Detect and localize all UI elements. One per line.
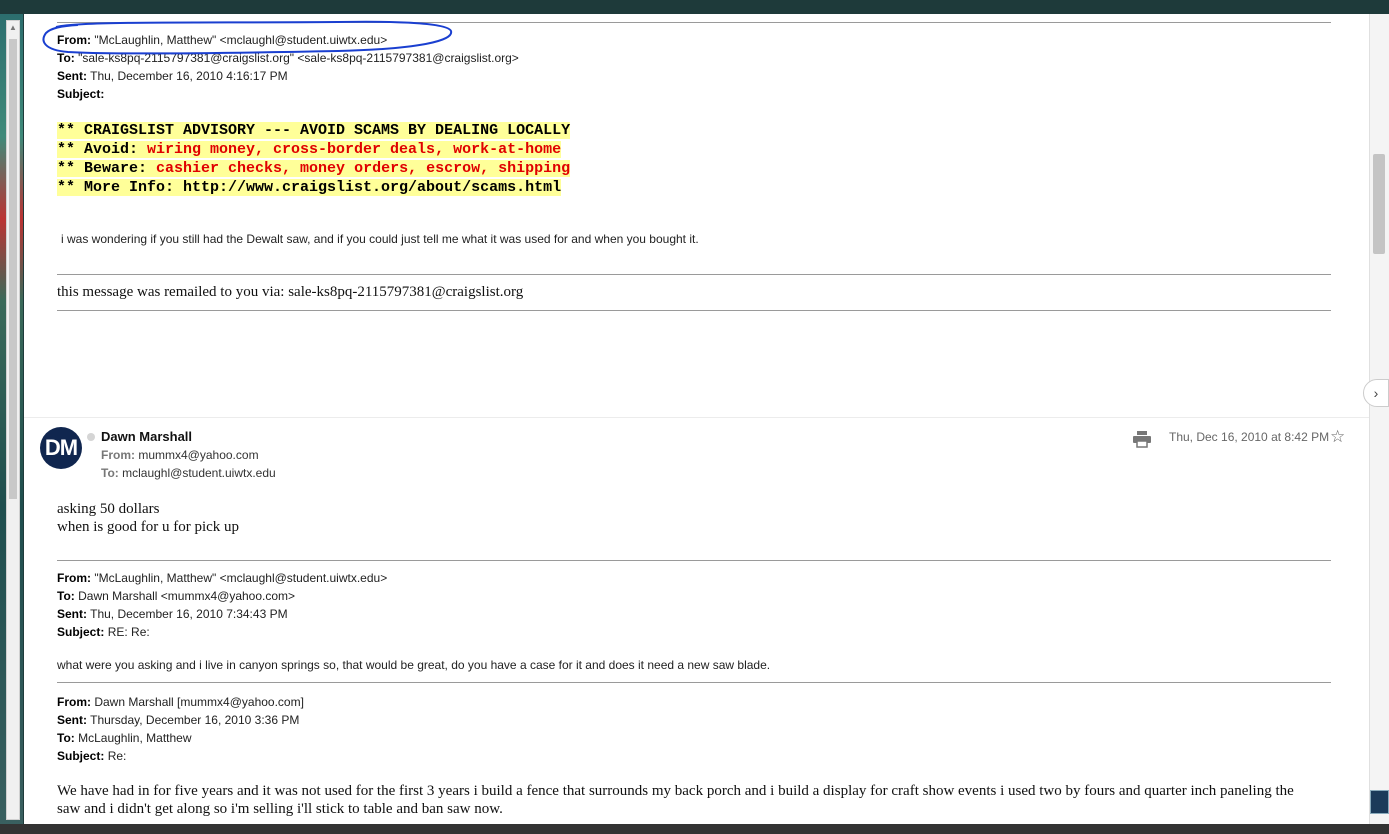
left-scrollbar[interactable]: ▲ [6,20,20,820]
quoted-body: what were you asking and i live in canyo… [57,658,771,672]
quoted-subject: Subject: RE: Re: [57,625,150,639]
quoted-sent: Sent: Thursday, December 16, 2010 3:36 P… [57,713,300,727]
advisory-avoid-label: ** Avoid: [57,141,148,158]
message-date: Thu, Dec 16, 2010 at 8:42 PM [1169,430,1330,444]
taskbar-strip [0,824,1389,834]
message-separator [24,417,1369,418]
print-icon[interactable] [1132,430,1152,448]
tray-app-icon[interactable] [1370,790,1389,814]
divider [57,22,1331,23]
advisory-more-info: ** More Info: http://www.craigslist.org/… [57,179,562,196]
left-scrollbar-thumb[interactable] [9,39,17,499]
chevron-right-icon[interactable]: › [1363,379,1389,407]
advisory-beware-label: ** Beware: [57,160,157,177]
header-sent: Sent: Thu, December 16, 2010 4:16:17 PM [57,69,288,83]
right-scrollbar[interactable] [1369,14,1389,824]
message-body: i was wondering if you still had the Dew… [61,232,699,246]
divider [57,274,1331,275]
quoted-subject: Subject: Re: [57,749,127,763]
quoted-from: From: Dawn Marshall [mummx4@yahoo.com] [57,695,304,709]
craigslist-advisory: ** CRAIGSLIST ADVISORY --- AVOID SCAMS B… [57,121,571,197]
sender-to: To: mclaughl@student.uiwtx.edu [101,466,276,480]
quoted-to: To: Dawn Marshall <mummx4@yahoo.com> [57,589,296,603]
star-icon[interactable]: ☆ [1330,427,1345,447]
scroll-up-icon[interactable]: ▲ [8,23,18,33]
divider [57,310,1331,311]
header-from: From: "McLaughlin, Matthew" <mclaughl@st… [57,33,388,47]
sender-name[interactable]: Dawn Marshall [101,429,192,444]
right-scrollbar-thumb[interactable] [1373,154,1385,254]
header-to: To: "sale-ks8pq-2115797381@craigslist.or… [57,51,519,65]
reply-line: asking 50 dollars [57,501,160,517]
email-thread: From: "McLaughlin, Matthew" <mclaughl@st… [24,14,1369,824]
quoted-body: We have had in for five years and it was… [57,783,1294,817]
quoted-to: To: McLaughlin, Matthew [57,731,192,745]
header-subject: Subject: [57,87,105,101]
remail-note: this message was remailed to you via: sa… [57,284,524,300]
sender-from: From: mummx4@yahoo.com [101,448,259,462]
divider [57,682,1331,683]
reply-line: when is good for u for pick up [57,519,240,535]
advisory-avoid-text: wiring money, cross-border deals, work-a… [147,141,562,158]
avatar: DM [40,427,82,469]
presence-dot [87,433,95,441]
advisory-line-1: ** CRAIGSLIST ADVISORY --- AVOID SCAMS B… [57,122,571,139]
quoted-sent: Sent: Thu, December 16, 2010 7:34:43 PM [57,607,288,621]
window-top-strip [0,0,1389,14]
quoted-from: From: "McLaughlin, Matthew" <mclaughl@st… [57,571,388,585]
divider [57,560,1331,561]
advisory-beware-text: cashier checks, money orders, escrow, sh… [156,160,571,177]
